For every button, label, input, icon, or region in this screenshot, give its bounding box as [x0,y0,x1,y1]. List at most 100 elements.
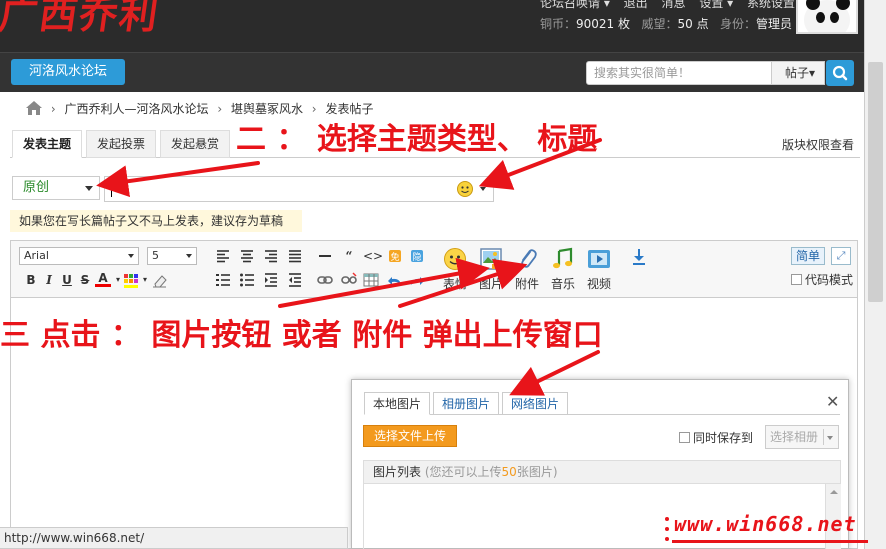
music-label: 音乐 [550,277,575,291]
tab-local-image[interactable]: 本地图片 [364,392,431,415]
user-links: 论坛召唤请 ▾ 退出 消息 设置 ▾ 系统设置 [540,0,805,11]
rep-value: 50 点 [677,17,709,31]
image-list-header: 图片列表 (您还可以上传50张图片) [363,460,841,484]
smiley-icon [443,247,467,271]
redo-icon[interactable] [409,272,425,288]
code-mode-toggle[interactable]: 代码模式 [791,271,853,288]
avatar[interactable] [796,0,858,34]
align-right-icon[interactable] [263,248,279,264]
checkbox-icon [791,274,802,285]
watermark-text: www.win668.net [674,512,857,536]
music-note-icon [551,247,575,271]
bold-icon[interactable]: B [23,272,39,288]
italic-icon[interactable]: I [41,272,57,288]
close-icon[interactable]: ✕ [826,392,839,411]
unlink-icon[interactable] [341,272,357,288]
outdent-icon[interactable] [287,272,303,288]
unordered-list-icon[interactable] [239,272,255,288]
coin-label: 铜币： [540,17,577,31]
draft-tip: 如果您在写长篇帖子又不马上发表，建议存为草稿 [10,210,302,232]
fullscreen-icon[interactable]: ⤢ [831,247,851,265]
logout-link[interactable]: 退出 [624,0,648,10]
indent-icon[interactable] [263,272,279,288]
chevron-down-icon [186,254,192,258]
video-button[interactable]: 视频 [581,247,617,291]
underline-icon[interactable]: U [59,272,75,288]
settings-link[interactable]: 设置 ▾ [699,0,733,10]
strikethrough-icon[interactable]: S [77,272,93,288]
nav-bar: 河洛风水论坛 搜索其实很简单！ 帖子▾ [0,52,864,92]
code-icon[interactable]: <> [363,248,383,264]
tab-web-image[interactable]: 网络图片 [502,392,569,415]
user-menu-link[interactable]: 论坛召唤请 ▾ [540,0,610,10]
quote-icon[interactable]: “ [341,248,357,264]
font-size-value: 5 [152,249,159,262]
simple-mode-button[interactable]: 简单 [791,247,825,265]
align-left-icon[interactable] [215,248,231,264]
link-icon[interactable] [317,272,333,288]
forum-home-button[interactable]: 河洛风水论坛 [11,59,125,85]
smiley-icon [457,181,486,197]
emoji-button[interactable]: 表情 [437,247,473,291]
video-icon [587,247,611,271]
music-button[interactable]: 音乐 [545,247,581,291]
rep-label: 威望： [641,17,678,31]
table-icon[interactable] [363,272,379,288]
save-to-album-toggle[interactable]: 同时保存到 [679,429,753,446]
home-icon[interactable] [26,101,42,115]
attachment-button[interactable]: 附件 [509,247,545,291]
video-label: 视频 [586,277,611,291]
panda-eye-icon [816,12,825,23]
tab-new-bounty[interactable]: 发起悬赏 [160,130,231,158]
chevron-down-icon [85,186,93,191]
eraser-icon[interactable] [151,272,167,288]
save-to-label: 同时保存到 [693,431,754,445]
tab-album-image[interactable]: 相册图片 [433,392,500,415]
scrollbar-thumb[interactable] [868,62,883,302]
text-color-icon[interactable]: A [95,272,111,287]
title-input[interactable] [104,176,494,202]
search-button[interactable] [826,60,854,86]
tab-new-topic[interactable]: 发表主题 [12,130,83,158]
image-button[interactable]: 图片 [473,247,509,291]
image-icon [479,247,503,271]
search-type-select[interactable]: 帖子▾ [771,61,825,85]
download-icon[interactable] [631,248,647,265]
browser-status-url: http://www.win668.net/ [0,527,348,549]
watermark-dots-icon [665,517,669,541]
title-emoji-button[interactable] [455,180,491,198]
hidden-content-icon[interactable]: 隐 [409,248,425,264]
upload-file-button[interactable]: 选择文件上传 [363,425,457,447]
font-size-select[interactable]: 5 [147,247,197,265]
checkbox-icon [679,432,690,443]
align-center-icon[interactable] [239,248,255,264]
topic-type-value: 原创 [23,180,50,195]
font-family-select[interactable]: Arial [19,247,139,265]
messages-link[interactable]: 消息 [662,0,686,10]
upload-quota-note-suffix: 张图片) [516,465,558,479]
topic-type-select[interactable]: 原创 [12,176,100,200]
annotation-step3: 三 点击 ： 图片按钮 或者 附件 弹出上传窗口 [0,318,603,353]
system-settings-link[interactable]: 系统设置 [747,0,795,10]
ordered-list-icon[interactable] [215,272,231,288]
breadcrumb-separator: › [50,102,56,116]
align-justify-icon[interactable] [287,248,303,264]
search-input[interactable]: 搜索其实很简单！ [586,61,772,85]
horizontal-rule-icon[interactable] [317,248,333,264]
album-select[interactable]: 选择相册 [765,425,839,449]
board-permissions-link[interactable]: 版块权限查看 [782,136,854,153]
paperclip-icon [515,247,539,271]
site-logo[interactable]: 广西乔利 [0,0,164,39]
undo-icon[interactable] [387,272,403,288]
tab-new-poll[interactable]: 发起投票 [86,130,157,158]
emoji-label: 表情 [442,277,467,291]
code-mode-label: 代码模式 [805,273,854,287]
page-scrollbar[interactable] [864,0,886,549]
chevron-down-icon [128,254,134,258]
panda-eye-icon [830,12,839,23]
breadcrumb-forum[interactable]: 广西乔利人—河洛风水论坛 [64,102,208,116]
breadcrumb-separator: › [217,102,223,116]
free-content-icon[interactable]: 免 [387,248,403,264]
editor-toolbar: Arial 5 B I U S A ▾ ▾ “ <> 免 隐 表情 图片 附件 … [10,240,858,298]
album-select-value: 选择相册 [770,430,819,444]
